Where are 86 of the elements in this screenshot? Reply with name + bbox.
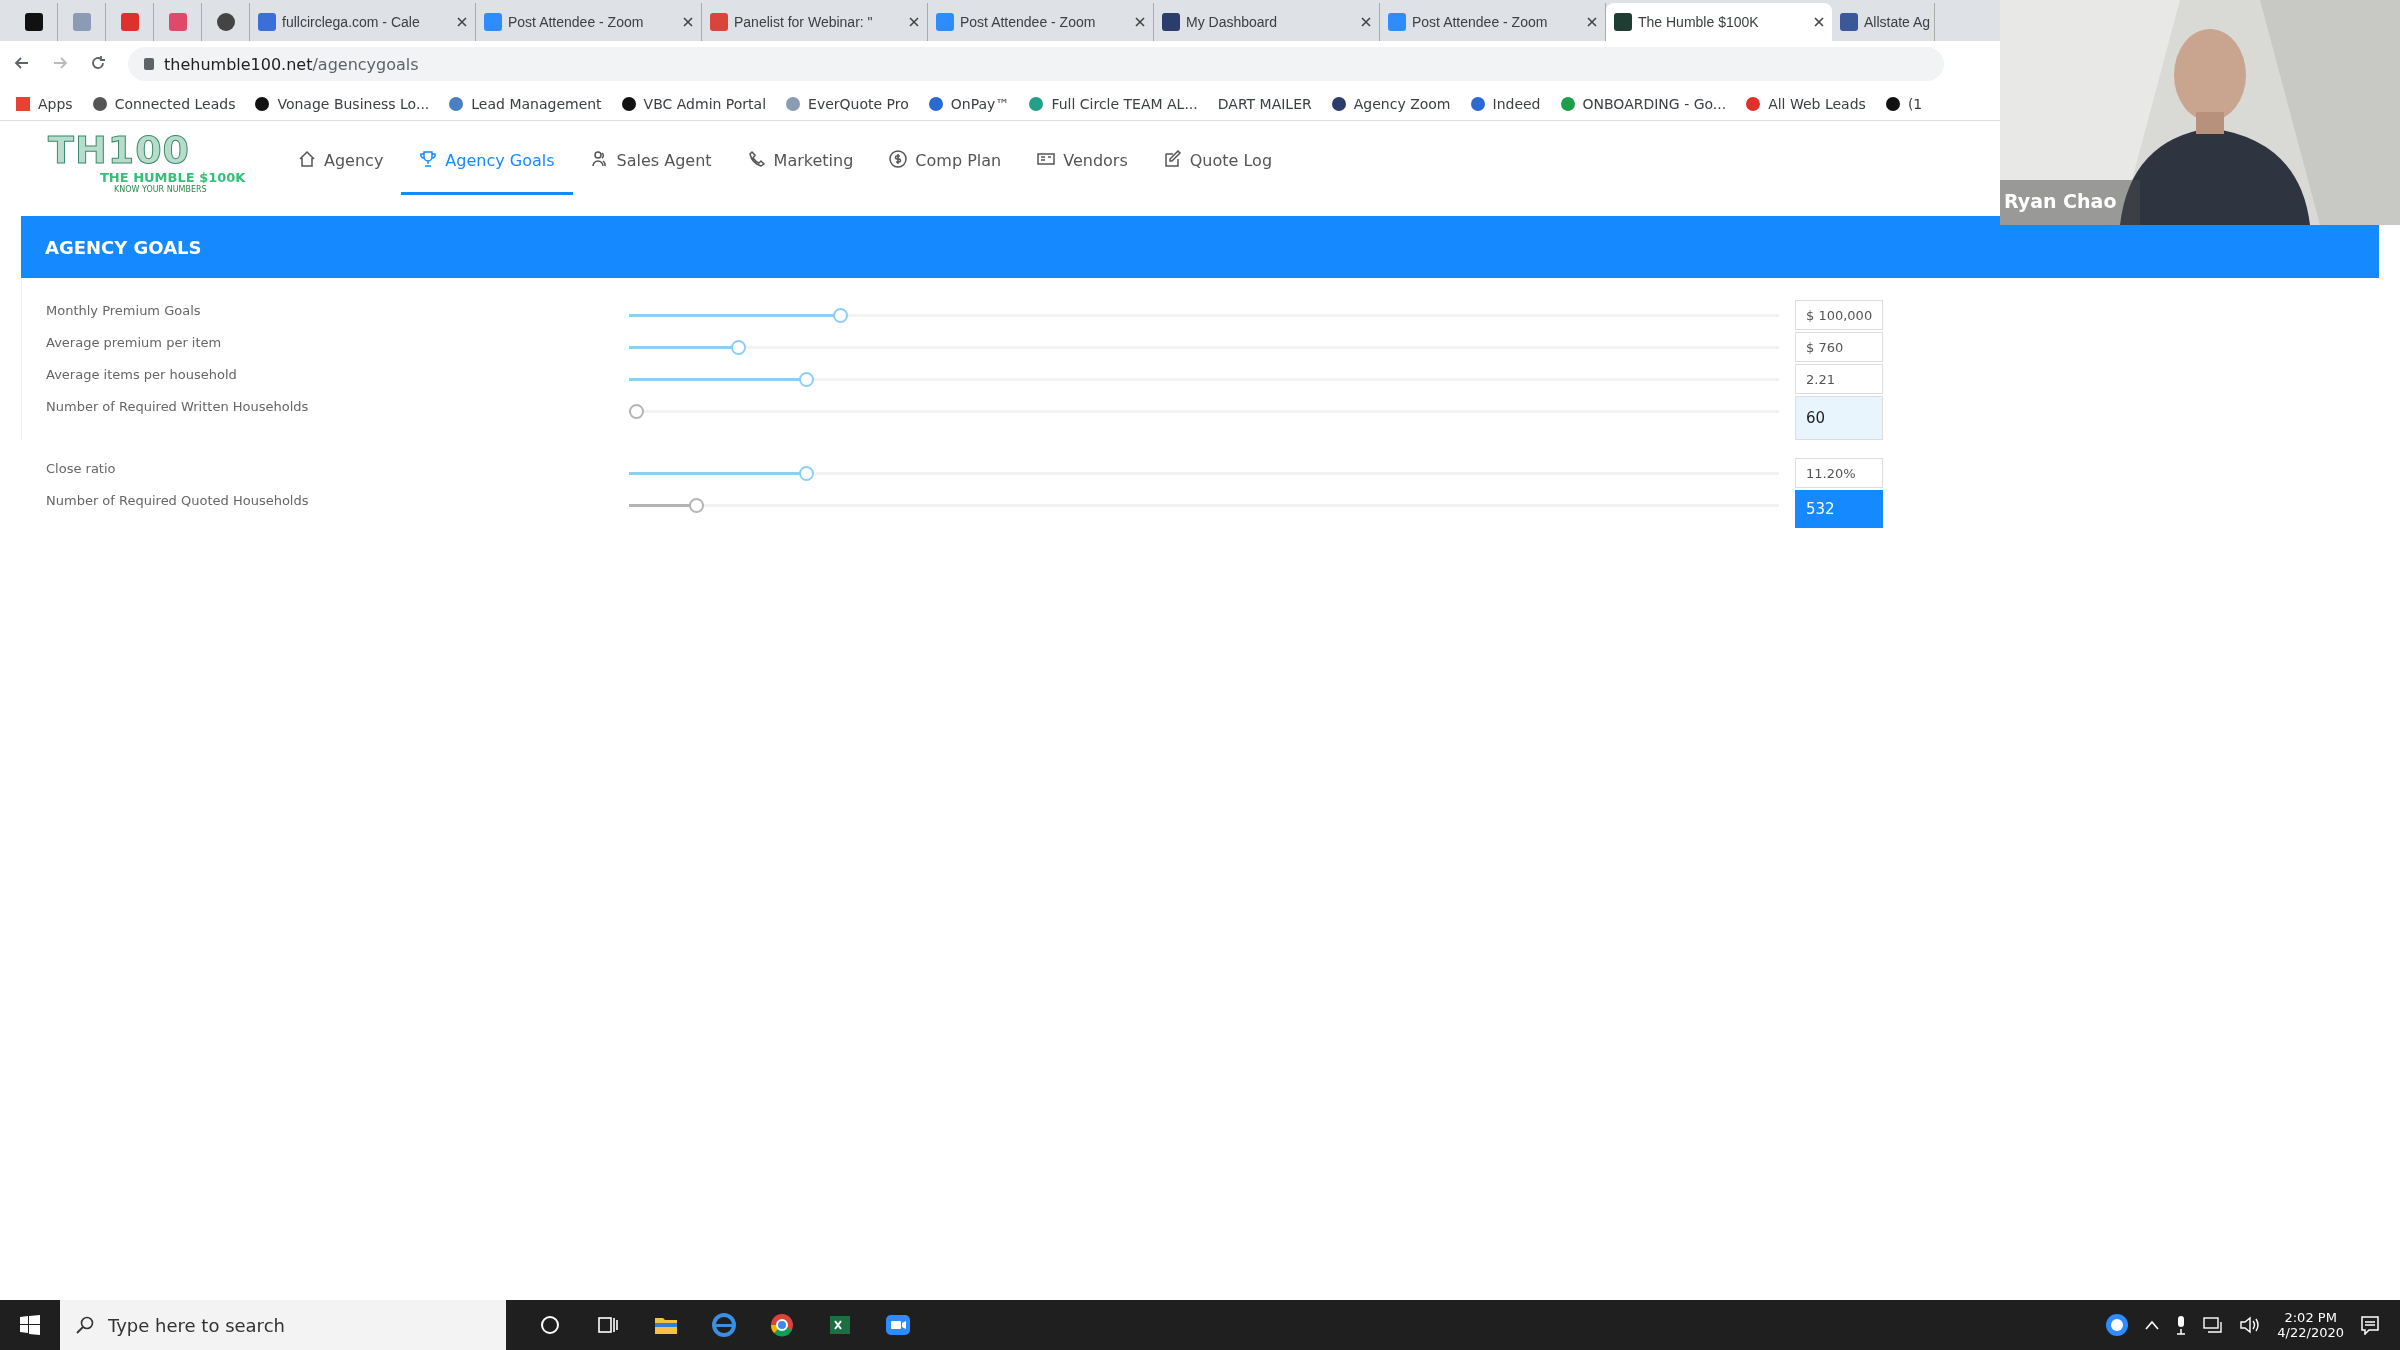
- value-field[interactable]: 11.20%: [1795, 458, 1883, 488]
- taskbar-search-field[interactable]: Type here to search: [60, 1300, 506, 1350]
- chrome-icon[interactable]: [768, 1311, 796, 1339]
- address-bar[interactable]: thehumble100.net/agencygoals: [128, 47, 1944, 81]
- bookmark[interactable]: Vonage Business Lo...: [255, 95, 430, 112]
- bookmark[interactable]: OnPay™: [928, 95, 1010, 112]
- field-label: Average premium per item: [46, 334, 223, 350]
- lock-icon: [144, 58, 154, 70]
- slider-handle[interactable]: [799, 372, 815, 387]
- slider[interactable]: [629, 404, 1779, 419]
- microphone-icon[interactable]: [2175, 1315, 2188, 1335]
- bookmark-favicon: [449, 96, 464, 111]
- bookmark[interactable]: Full Circle TEAM AL...: [1029, 95, 1198, 112]
- bookmark[interactable]: VBC Admin Portal: [621, 95, 767, 112]
- browser-icon[interactable]: [710, 1311, 738, 1339]
- slider-handle[interactable]: [833, 308, 849, 323]
- bookmark[interactable]: Agency Zoom: [1331, 95, 1451, 112]
- logo-tagline: KNOW YOUR NUMBERS: [113, 185, 208, 194]
- tab-favicon: [24, 13, 43, 31]
- tab-favicon: [1840, 13, 1858, 31]
- bookmark-favicon: [1029, 96, 1044, 111]
- tab-favicon: [1614, 13, 1632, 31]
- bookmark[interactable]: All Web Leads: [1746, 95, 1866, 112]
- slider[interactable]: [629, 466, 1779, 481]
- windows-start-icon[interactable]: [20, 1315, 40, 1335]
- bookmark-favicon: [255, 96, 270, 111]
- slider[interactable]: [629, 308, 1779, 323]
- bookmark-favicon: [1885, 96, 1900, 111]
- nav-tab[interactable]: Agency Goals: [401, 129, 573, 195]
- bookmark-favicon: [621, 96, 636, 111]
- bookmark[interactable]: Indeed: [1470, 95, 1541, 112]
- tab-favicon: [120, 13, 139, 31]
- nav-tab[interactable]: Vendors: [1019, 129, 1146, 195]
- field-label: Number of Required Quoted Households: [46, 492, 310, 508]
- value-field[interactable]: 2.21: [1795, 364, 1883, 394]
- nav-tab[interactable]: Marketing: [729, 129, 872, 195]
- notifications-icon[interactable]: [2360, 1315, 2380, 1335]
- nav-tab[interactable]: Agency: [280, 129, 402, 195]
- nav-tab[interactable]: Quote Log: [1145, 129, 1291, 195]
- bookmark[interactable]: Lead Management: [449, 95, 602, 112]
- bookmark[interactable]: ONBOARDING - Go...: [1560, 95, 1727, 112]
- field-label: Average items per household: [46, 366, 238, 382]
- field-label: Close ratio: [46, 460, 117, 476]
- edit-icon: [1163, 149, 1182, 168]
- tab-favicon: [168, 13, 187, 31]
- browser-tab[interactable]: The Humble $100K: [1606, 3, 1832, 41]
- network-icon[interactable]: [2203, 1316, 2224, 1334]
- slider[interactable]: [629, 498, 1779, 513]
- bookmark-favicon: [1560, 96, 1575, 111]
- url-text: thehumble100.net/agencygoals: [164, 54, 419, 74]
- back-icon[interactable]: [14, 55, 30, 71]
- users-icon: [590, 149, 609, 168]
- chevron-up-icon[interactable]: [2145, 1320, 2160, 1330]
- trophy-icon: [419, 149, 438, 168]
- nav-tab[interactable]: Sales Agent: [572, 129, 730, 195]
- slider-handle[interactable]: [799, 466, 815, 481]
- bookmark[interactable]: DART MAILER: [1217, 95, 1312, 112]
- bookmark-favicon: [1746, 96, 1761, 111]
- panel-title: AGENCY GOALS: [45, 236, 202, 258]
- home-icon: [298, 149, 316, 168]
- bookmark[interactable]: Connected Leads: [92, 95, 236, 112]
- participant-name: Ryan Chao: [2004, 190, 2117, 212]
- field-label: Monthly Premium Goals: [46, 302, 202, 318]
- clock[interactable]: 2:02 PM 4/22/2020: [2277, 1310, 2344, 1340]
- phone-icon: [747, 149, 766, 168]
- tab-favicon: [72, 13, 91, 31]
- bookmark[interactable]: (1: [1885, 95, 1923, 112]
- bookmark-favicon: [1331, 96, 1346, 111]
- bookmark[interactable]: EverQuote Pro: [786, 95, 909, 112]
- logo-mark: TH100: [48, 130, 192, 170]
- field-label: Number of Required Written Households: [46, 398, 310, 414]
- logo-name: THE HUMBLE $100K: [99, 170, 247, 185]
- bookmark-favicon: [92, 96, 107, 111]
- bookmark-favicon: [1470, 96, 1485, 111]
- slider[interactable]: [629, 340, 1779, 355]
- value-field[interactable]: $ 100,000: [1795, 300, 1883, 330]
- reload-icon[interactable]: [90, 55, 106, 71]
- slider[interactable]: [629, 372, 1779, 387]
- speaker-icon[interactable]: [2239, 1316, 2262, 1334]
- bookmark-favicon: [928, 96, 943, 111]
- nav-tab[interactable]: Comp Plan: [871, 129, 1020, 195]
- bookmark[interactable]: Apps: [16, 95, 73, 112]
- search-icon: [76, 1316, 94, 1334]
- bookmark-favicon: [786, 96, 801, 111]
- slider-handle[interactable]: [731, 340, 747, 355]
- value-field[interactable]: $ 760: [1795, 332, 1883, 362]
